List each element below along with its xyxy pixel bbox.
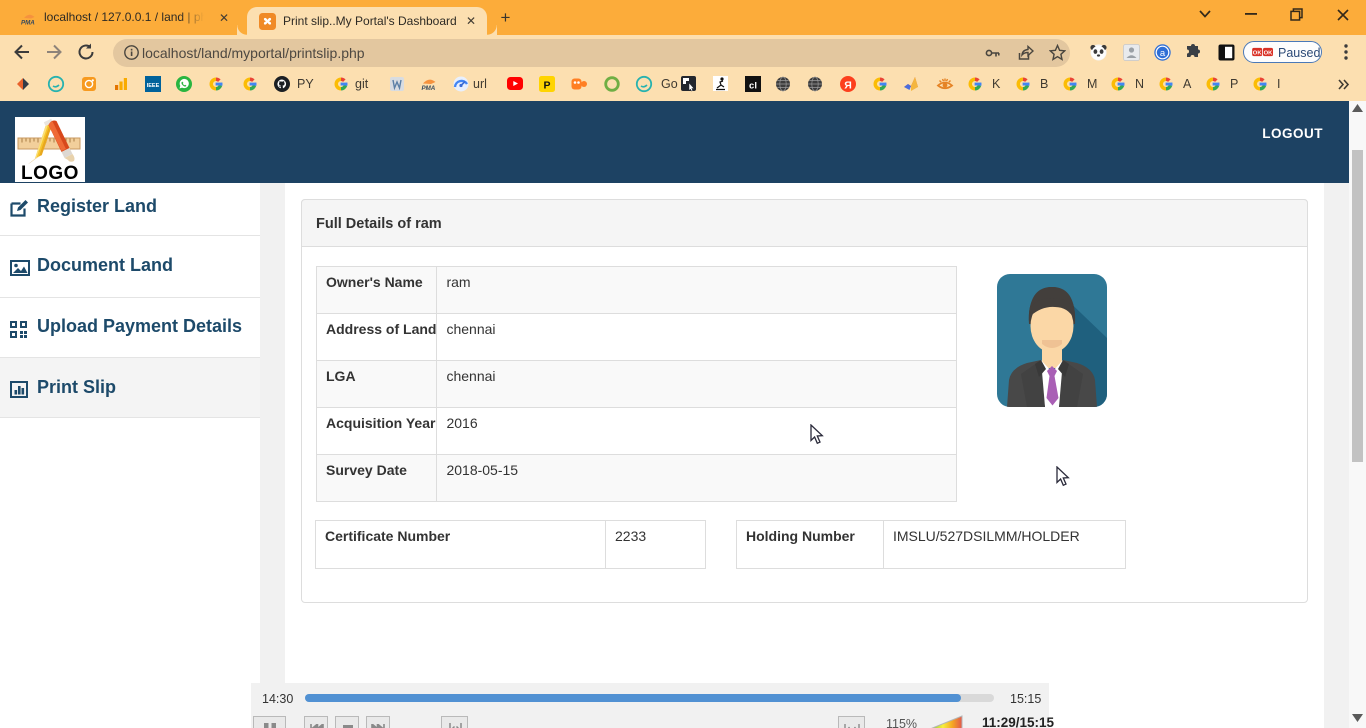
- svg-text:Я: Я: [844, 80, 852, 92]
- svg-text:K: K: [992, 77, 1001, 91]
- svg-text:a: a: [1160, 48, 1166, 59]
- svg-text:git: git: [355, 77, 369, 91]
- svg-text:IEEE: IEEE: [147, 83, 160, 89]
- svg-text:A: A: [1183, 77, 1192, 91]
- svg-text:B: B: [1040, 77, 1048, 91]
- svg-text:I: I: [1277, 77, 1280, 91]
- svg-text:cl: cl: [749, 81, 757, 92]
- svg-text:P: P: [543, 80, 550, 92]
- svg-text:PY: PY: [297, 77, 314, 91]
- svg-text:url: url: [473, 77, 487, 91]
- svg-text:N: N: [1135, 77, 1144, 91]
- svg-text:OK: OK: [1264, 51, 1274, 57]
- svg-text:P: P: [1230, 77, 1238, 91]
- svg-text:PMA: PMA: [422, 85, 436, 92]
- svg-text:OK: OK: [1253, 51, 1263, 57]
- svg-text:PMA: PMA: [21, 20, 35, 27]
- svg-text:Go: Go: [661, 77, 678, 91]
- svg-text:M: M: [1087, 77, 1097, 91]
